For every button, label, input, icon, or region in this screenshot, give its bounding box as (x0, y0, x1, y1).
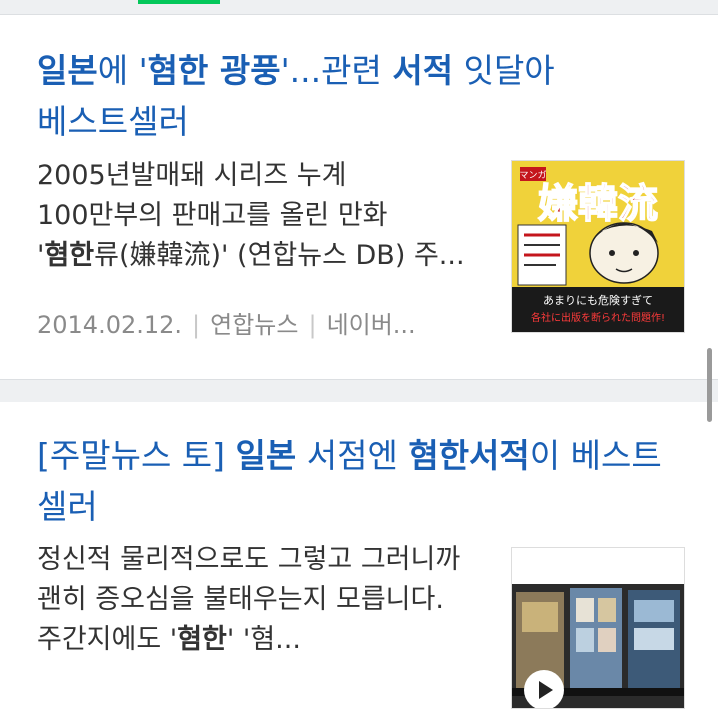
news-snippet: 2005년발매돼 시리즈 누계 100만부의 판매고를 올린 만화 '혐한류(嫌… (37, 160, 465, 271)
news-thumbnail[interactable] (511, 547, 685, 709)
title-keyword: 혐한 광풍 (147, 51, 281, 90)
news-title-link[interactable]: 일본에 '혐한 광풍'...관련 서적 잇달아 베스트셀러 (37, 45, 688, 147)
top-separator (0, 0, 718, 15)
play-icon[interactable] (524, 670, 564, 708)
title-keyword: 일본 (235, 436, 297, 475)
book-cover-image: マンガ 嫌韓流 あまりにも危険すぎて 各社に出版を断られた問題作! (512, 161, 684, 332)
news-item: [주말뉴스 토] 일본 서점엔 혐한서적이 베스트 셀러 정신적 물리적으로도 … (0, 402, 718, 709)
news-portal-link[interactable]: 네이버... (327, 311, 416, 339)
scrollbar[interactable] (707, 348, 712, 422)
title-keyword: 서적 (392, 51, 454, 90)
title-keyword: 일본 (37, 51, 98, 90)
snippet-keyword: 혐한 (177, 624, 227, 655)
news-source[interactable]: 연합뉴스 (210, 311, 298, 339)
svg-text:マンガ: マンガ (519, 170, 546, 181)
svg-text:嫌韓流: 嫌韓流 (538, 181, 658, 227)
news-thumbnail[interactable]: マンガ 嫌韓流 あまりにも危険すぎて 各社に出版を断られた問題作! (511, 160, 685, 333)
news-item: 일본에 '혐한 광풍'...관련 서적 잇달아 베스트셀러 2005년발매돼 시… (0, 15, 718, 379)
item-separator (0, 379, 718, 403)
svg-text:各社に出版を断られた問題作!: 各社に出版を断られた問題作! (531, 311, 665, 324)
news-meta: 2014.02.12. | 연합뉴스 | 네이버... (37, 311, 416, 339)
news-title-link[interactable]: [주말뉴스 토] 일본 서점엔 혐한서적이 베스트 셀러 (37, 430, 688, 532)
active-tab-indicator (138, 0, 220, 4)
svg-text:あまりにも危険すぎて: あまりにも危険すぎて (543, 293, 653, 307)
news-date: 2014.02.12. (37, 311, 183, 339)
snippet-keyword: 혐한 (44, 240, 95, 271)
title-keyword: 혐한서적 (408, 436, 530, 475)
news-snippet: 정신적 물리적으로도 그렇고 그러니까 괜히 증오심을 불태우는지 모릅니다. … (37, 544, 461, 655)
